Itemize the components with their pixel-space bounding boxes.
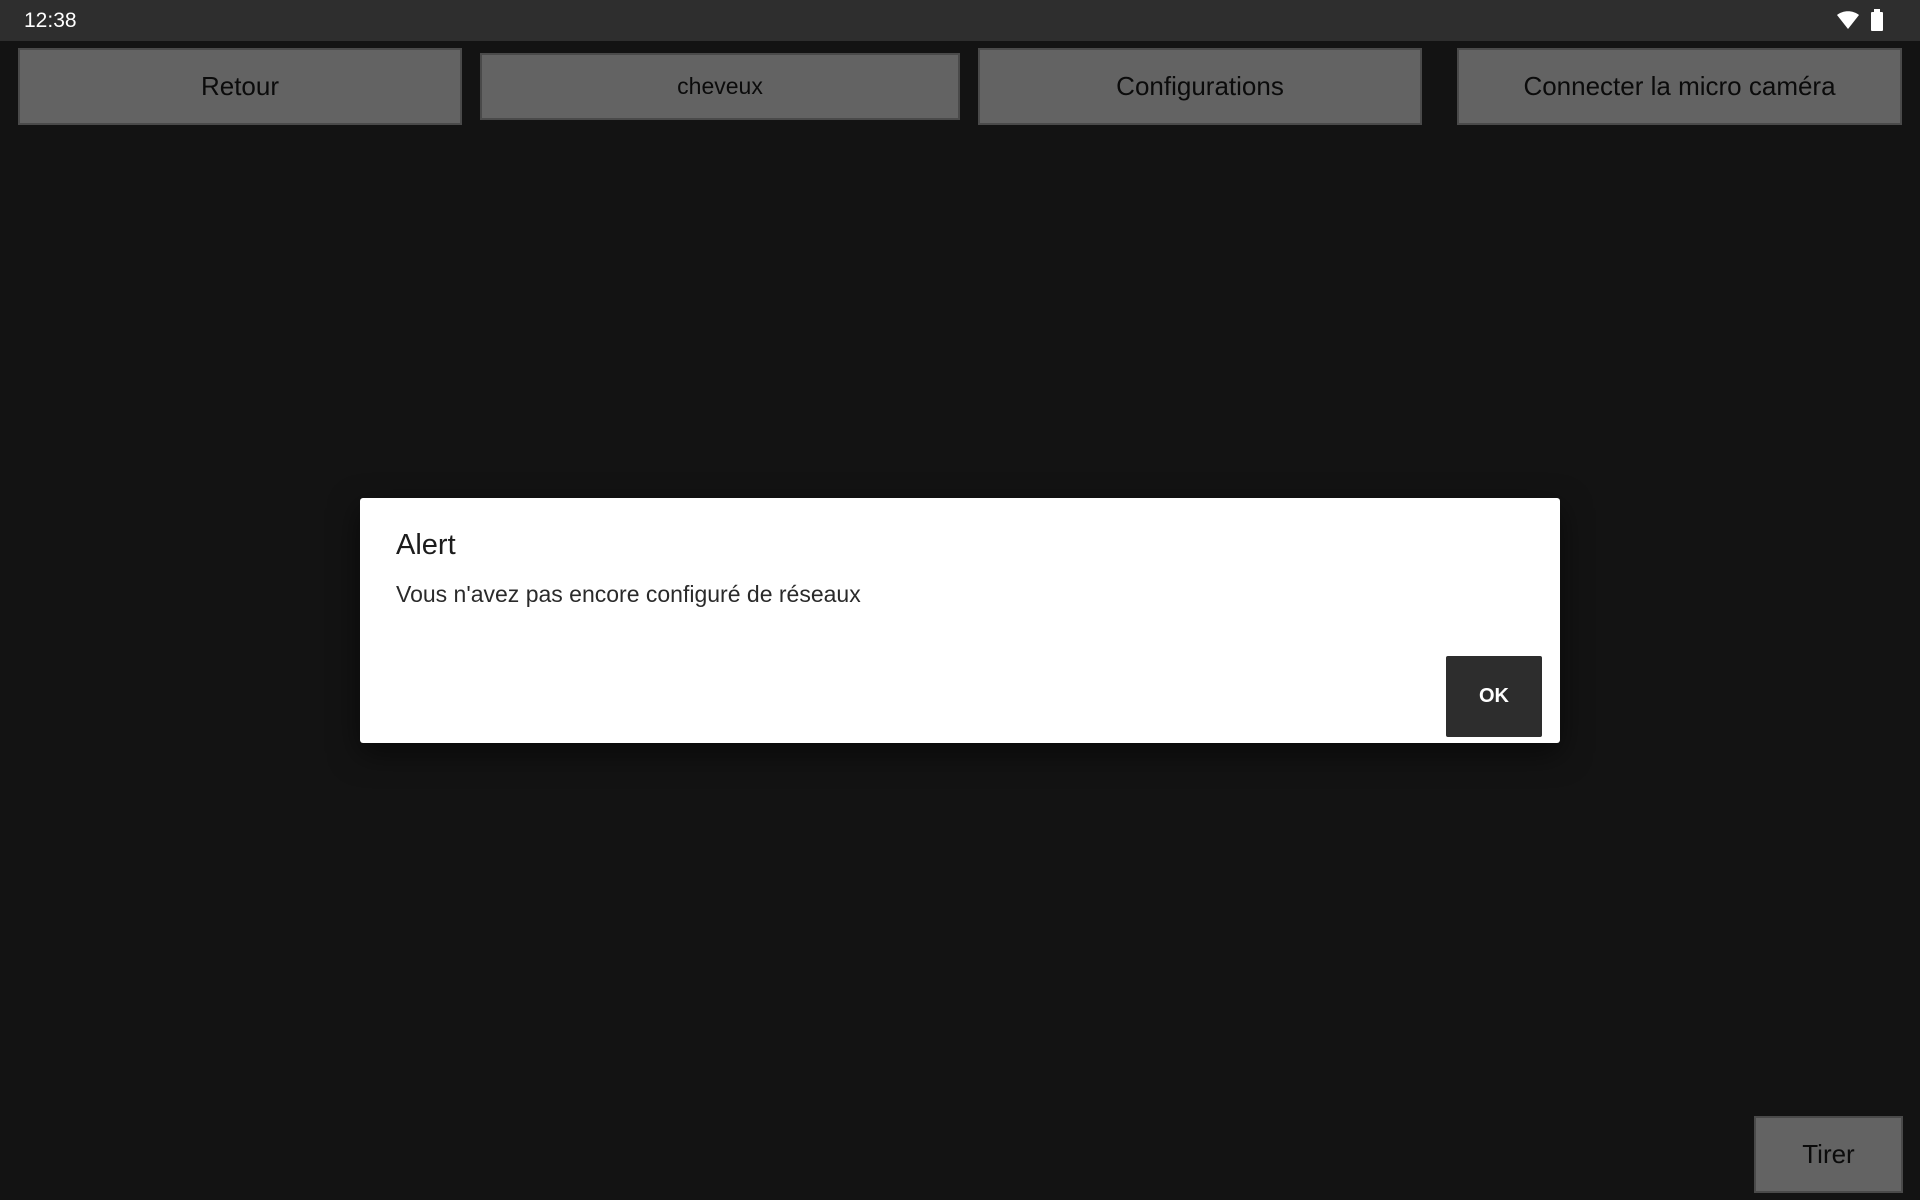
item-selector-button[interactable]: cheveux (480, 53, 960, 120)
status-icons (1836, 9, 1884, 31)
connect-camera-button[interactable]: Connecter la micro caméra (1457, 48, 1902, 125)
status-bar: 12:38 (0, 0, 1920, 41)
ok-button[interactable]: OK (1446, 656, 1542, 737)
app-screen: 12:38 Retour cheveux Configurations Conn… (0, 0, 1920, 1200)
dialog-message: Vous n'avez pas encore configuré de rése… (396, 581, 861, 607)
back-button[interactable]: Retour (18, 48, 462, 125)
status-time: 12:38 (24, 9, 77, 32)
battery-icon (1870, 9, 1884, 31)
fire-button[interactable]: Tirer (1754, 1116, 1903, 1193)
wifi-icon (1836, 10, 1860, 30)
dialog-title: Alert (396, 529, 456, 561)
alert-dialog: Alert Vous n'avez pas encore configuré d… (360, 498, 1560, 743)
settings-button[interactable]: Configurations (978, 48, 1422, 125)
